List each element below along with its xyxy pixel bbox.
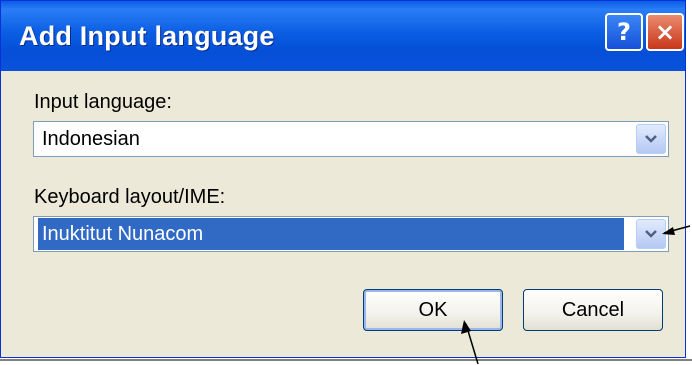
input-language-value: Indonesian <box>42 128 140 150</box>
keyboard-layout-label: Keyboard layout/IME: <box>34 186 226 208</box>
title-bar[interactable]: Add Input language ? × <box>1 1 685 71</box>
ok-button[interactable]: OK <box>363 289 503 331</box>
chevron-down-icon <box>645 135 657 143</box>
help-button[interactable]: ? <box>605 13 643 51</box>
add-input-language-dialog: Add Input language ? × Input language: I… <box>0 0 686 358</box>
chevron-down-icon <box>645 230 657 238</box>
input-language-label: Input language: <box>34 91 172 113</box>
keyboard-layout-dropdown-button[interactable] <box>636 219 666 249</box>
close-icon: × <box>654 18 676 46</box>
input-language-select[interactable]: Indonesian <box>33 121 669 157</box>
dialog-title: Add Input language <box>19 21 275 51</box>
help-icon: ? <box>617 18 631 46</box>
keyboard-layout-select[interactable]: Inuktitut Nunacom <box>33 216 669 252</box>
input-language-dropdown-button[interactable] <box>636 124 666 154</box>
close-button[interactable]: × <box>646 13 684 51</box>
cancel-button-label: Cancel <box>561 298 625 321</box>
ok-button-label: OK <box>418 298 448 321</box>
keyboard-layout-value: Inuktitut Nunacom <box>38 218 624 250</box>
cancel-button[interactable]: Cancel <box>523 289 663 331</box>
